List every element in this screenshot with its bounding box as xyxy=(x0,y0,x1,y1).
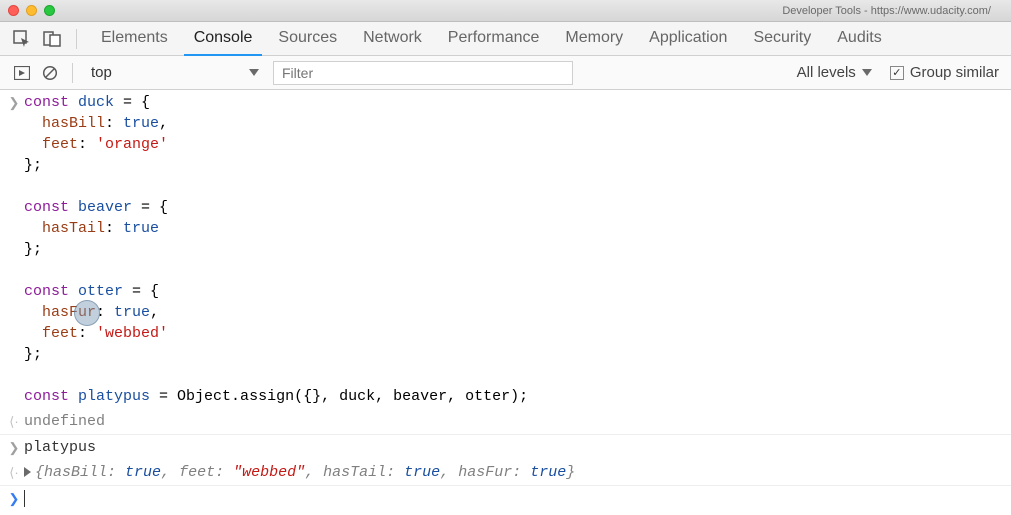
context-label: top xyxy=(91,64,112,81)
result-value: undefined xyxy=(24,411,1003,432)
chevron-down-icon xyxy=(862,69,872,76)
tab-memory[interactable]: Memory xyxy=(555,22,633,56)
separator xyxy=(76,29,77,49)
tab-console[interactable]: Console xyxy=(184,22,263,56)
console-toolbar: top All levels ✓ Group similar xyxy=(0,56,1011,90)
tab-network[interactable]: Network xyxy=(353,22,432,56)
console-input-row: ❯ platypus xyxy=(0,435,1011,460)
group-similar-label: Group similar xyxy=(910,64,999,81)
input-prompt-icon: ❯ xyxy=(4,488,24,509)
zoom-window-icon[interactable] xyxy=(44,5,55,16)
console-output-row: ⟨· {hasBill: true, feet: "webbed", hasTa… xyxy=(0,460,1011,486)
tab-application[interactable]: Application xyxy=(639,22,737,56)
device-toggle-icon[interactable] xyxy=(42,29,62,49)
group-similar-checkbox[interactable]: ✓ Group similar xyxy=(890,64,999,81)
show-sidebar-icon[interactable] xyxy=(12,63,32,83)
inspect-icon[interactable] xyxy=(12,29,32,49)
context-selector[interactable]: top xyxy=(85,61,265,85)
window-title: Developer Tools - https://www.udacity.co… xyxy=(782,5,991,17)
separator xyxy=(72,63,73,83)
tab-sources[interactable]: Sources xyxy=(268,22,347,56)
levels-label: All levels xyxy=(797,64,856,81)
input-prompt-icon: ❯ xyxy=(4,437,24,458)
levels-selector[interactable]: All levels xyxy=(797,64,872,81)
tab-elements[interactable]: Elements xyxy=(91,22,178,56)
filter-input[interactable] xyxy=(273,61,573,85)
chevron-down-icon xyxy=(249,69,259,76)
minimize-window-icon[interactable] xyxy=(26,5,37,16)
tab-performance[interactable]: Performance xyxy=(438,22,550,56)
close-window-icon[interactable] xyxy=(8,5,19,16)
console-output-row: ⟨· undefined xyxy=(0,409,1011,435)
object-preview[interactable]: {hasBill: true, feet: "webbed", hasTail:… xyxy=(24,462,1003,483)
console-output: ❯ const duck = { hasBill: true, feet: 'o… xyxy=(0,90,1011,511)
console-input[interactable] xyxy=(24,488,1003,509)
input-prompt-icon: ❯ xyxy=(4,92,24,407)
tab-audits[interactable]: Audits xyxy=(827,22,891,56)
console-input-row: ❯ const duck = { hasBill: true, feet: 'o… xyxy=(0,90,1011,409)
output-indicator-icon: ⟨· xyxy=(4,462,24,483)
expand-icon[interactable] xyxy=(24,467,31,477)
text-caret xyxy=(24,490,25,507)
window-controls xyxy=(0,5,55,16)
panel-tab-strip: ElementsConsoleSourcesNetworkPerformance… xyxy=(0,22,1011,56)
clear-console-icon[interactable] xyxy=(40,63,60,83)
code-block: const duck = { hasBill: true, feet: 'ora… xyxy=(24,92,1003,407)
titlebar: Developer Tools - https://www.udacity.co… xyxy=(0,0,1011,22)
checkbox-icon: ✓ xyxy=(890,66,904,80)
code-line: platypus xyxy=(24,437,1003,458)
tab-security[interactable]: Security xyxy=(743,22,821,56)
output-indicator-icon: ⟨· xyxy=(4,411,24,432)
console-prompt-row[interactable]: ❯ xyxy=(0,486,1011,511)
